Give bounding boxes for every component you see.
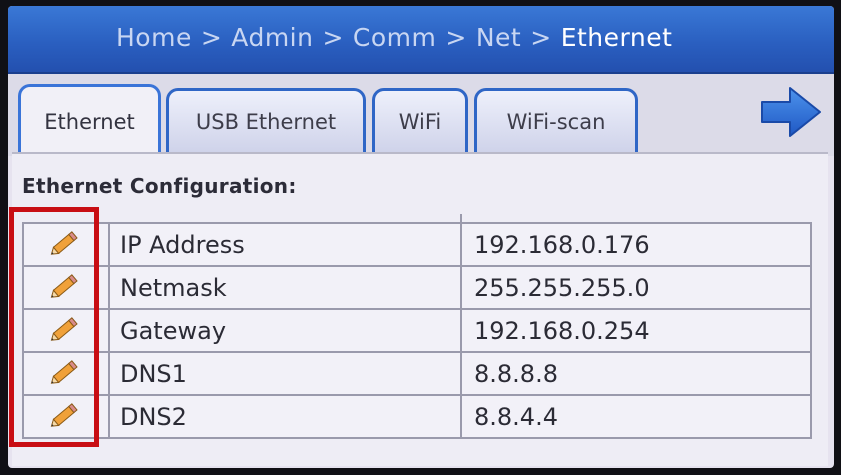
row-name: Gateway: [108, 308, 462, 353]
breadcrumb-admin[interactable]: Admin: [231, 23, 313, 52]
row-name: DNS1: [108, 351, 462, 396]
touch-screen: Home > Admin > Comm > Net > Ethernet Ethernet US…: [8, 6, 834, 468]
pencil-icon: [49, 313, 83, 349]
edit-gateway-button[interactable]: [22, 308, 110, 353]
breadcrumb-home[interactable]: Home: [116, 23, 192, 52]
row-value[interactable]: 255.255.255.0: [460, 265, 812, 310]
row-value[interactable]: 8.8.8.8: [460, 351, 812, 396]
row-name: IP Address: [108, 222, 462, 267]
table-row: IP Address 192.168.0.176: [22, 222, 812, 267]
table-row: Gateway 192.168.0.254: [22, 308, 812, 353]
pencil-icon: [49, 270, 83, 306]
breadcrumb-separator: >: [445, 23, 467, 52]
section-title: Ethernet Configuration:: [22, 174, 297, 198]
edit-dns2-button[interactable]: [22, 394, 110, 439]
pencil-icon: [49, 399, 83, 435]
breadcrumb-comm[interactable]: Comm: [353, 23, 436, 52]
edit-netmask-button[interactable]: [22, 265, 110, 310]
arrow-right-icon[interactable]: [760, 84, 822, 140]
edit-ip-address-button[interactable]: [22, 222, 110, 267]
breadcrumb-current: Ethernet: [560, 23, 673, 52]
title-bar: Home > Admin > Comm > Net > Ethernet: [8, 6, 834, 74]
breadcrumb-separator: >: [530, 23, 552, 52]
table-row: DNS2 8.8.4.4: [22, 394, 812, 439]
table-header-row: [23, 214, 811, 224]
breadcrumb-net[interactable]: Net: [476, 23, 521, 52]
edit-dns1-button[interactable]: [22, 351, 110, 396]
breadcrumb-separator: >: [200, 23, 223, 52]
pencil-icon: [49, 227, 83, 263]
table-row: Netmask 255.255.255.0: [22, 265, 812, 310]
table-row: DNS1 8.8.8.8: [22, 351, 812, 396]
tab-wifi-scan[interactable]: WiFi-scan: [474, 88, 638, 152]
row-name: DNS2: [108, 394, 462, 439]
row-value[interactable]: 192.168.0.176: [460, 222, 812, 267]
pencil-icon: [49, 356, 83, 392]
tab-strip: Ethernet USB Ethernet WiFi WiFi-scan: [8, 74, 834, 156]
tab-ethernet[interactable]: Ethernet: [18, 84, 161, 156]
row-value[interactable]: 192.168.0.254: [460, 308, 812, 353]
config-table: IP Address 192.168.0.176 Netmask 255.255…: [22, 214, 812, 450]
breadcrumb-separator: >: [322, 23, 344, 52]
row-name: Netmask: [108, 265, 462, 310]
tab-wifi[interactable]: WiFi: [372, 88, 468, 152]
row-value[interactable]: 8.8.4.4: [460, 394, 812, 439]
config-panel: Ethernet Configuration: IP Address 192.1…: [12, 152, 828, 466]
tab-usb-ethernet[interactable]: USB Ethernet: [166, 88, 366, 152]
breadcrumb: Home > Admin > Comm > Net > Ethernet: [116, 23, 672, 52]
